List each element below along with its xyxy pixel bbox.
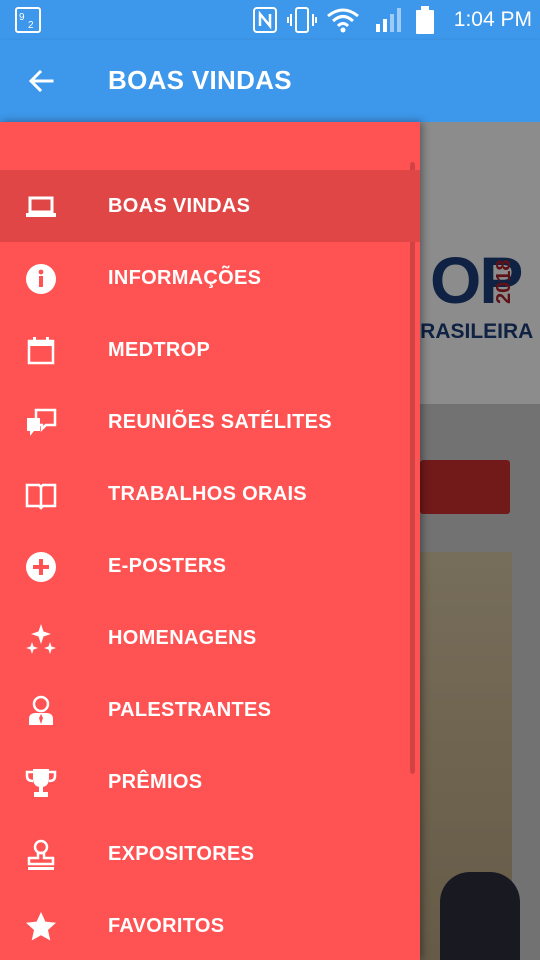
- navigation-drawer: BOAS VINDAS INFORMAÇÕES MEDTROP REUNIÕES…: [0, 122, 420, 960]
- drawer-item-label: INFORMAÇÕES: [108, 267, 262, 289]
- status-time: 1:04 PM: [453, 8, 532, 31]
- book-icon: [25, 483, 57, 510]
- drawer-item-informacoes[interactable]: INFORMAÇÕES: [0, 242, 420, 314]
- laptop-icon: [26, 196, 56, 217]
- arrow-left-icon[interactable]: [24, 64, 58, 98]
- person-tie-icon: [29, 695, 53, 725]
- trophy-icon: [25, 769, 57, 797]
- calendar-icon: [27, 337, 55, 365]
- drawer-item-reunioes-satelites[interactable]: REUNIÕES SATÉLITES: [0, 386, 420, 458]
- sim-icon: 9 2: [15, 7, 41, 33]
- battery-icon: [416, 6, 434, 34]
- drawer-item-palestrantes[interactable]: PALESTRANTES: [0, 674, 420, 746]
- drawer-item-label: PRÊMIOS: [108, 771, 203, 793]
- add-circle-icon: [26, 552, 56, 582]
- signal-icon: [376, 8, 401, 32]
- drawer-item-label: BOAS VINDAS: [108, 195, 251, 217]
- wifi-icon: [327, 8, 359, 33]
- drawer-item-premios[interactable]: PRÊMIOS: [0, 746, 420, 818]
- drawer-item-label: E-POSTERS: [108, 555, 227, 577]
- drawer-item-trabalhos-orais[interactable]: TRABALHOS ORAIS: [0, 458, 420, 530]
- sparkles-icon: [26, 624, 56, 654]
- svg-text:2: 2: [28, 20, 34, 31]
- drawer-item-label: FAVORITOS: [108, 915, 225, 937]
- drawer-item-homenagens[interactable]: HOMENAGENS: [0, 602, 420, 674]
- info-icon: [26, 264, 56, 294]
- page-title: BOAS VINDAS: [108, 65, 292, 95]
- drawer-item-label: HOMENAGENS: [108, 627, 257, 649]
- svg-text:9: 9: [19, 12, 25, 23]
- star-icon: [26, 912, 56, 941]
- drawer-item-e-posters[interactable]: E-POSTERS: [0, 530, 420, 602]
- drawer-item-label: PALESTRANTES: [108, 699, 272, 721]
- drawer-item-label: MEDTROP: [108, 339, 211, 361]
- drawer-item-label: REUNIÕES SATÉLITES: [108, 411, 332, 433]
- app-bar: BOAS VINDAS: [0, 40, 540, 122]
- drawer-item-label: TRABALHOS ORAIS: [108, 483, 307, 505]
- vibrate-icon: [287, 7, 317, 33]
- drawer-item-boas-vindas[interactable]: BOAS VINDAS: [0, 170, 420, 242]
- drawer-item-medtrop[interactable]: MEDTROP: [0, 314, 420, 386]
- drawer-item-label: EXPOSITORES: [108, 843, 255, 865]
- nfc-icon: [253, 7, 277, 33]
- drawer-item-favoritos[interactable]: FAVORITOS: [0, 890, 420, 960]
- stamp-icon: [27, 839, 55, 870]
- drawer-item-expositores[interactable]: EXPOSITORES: [0, 818, 420, 890]
- chat-bubbles-icon: [27, 408, 57, 436]
- status-bar: 9 2 1:04 PM: [0, 0, 540, 40]
